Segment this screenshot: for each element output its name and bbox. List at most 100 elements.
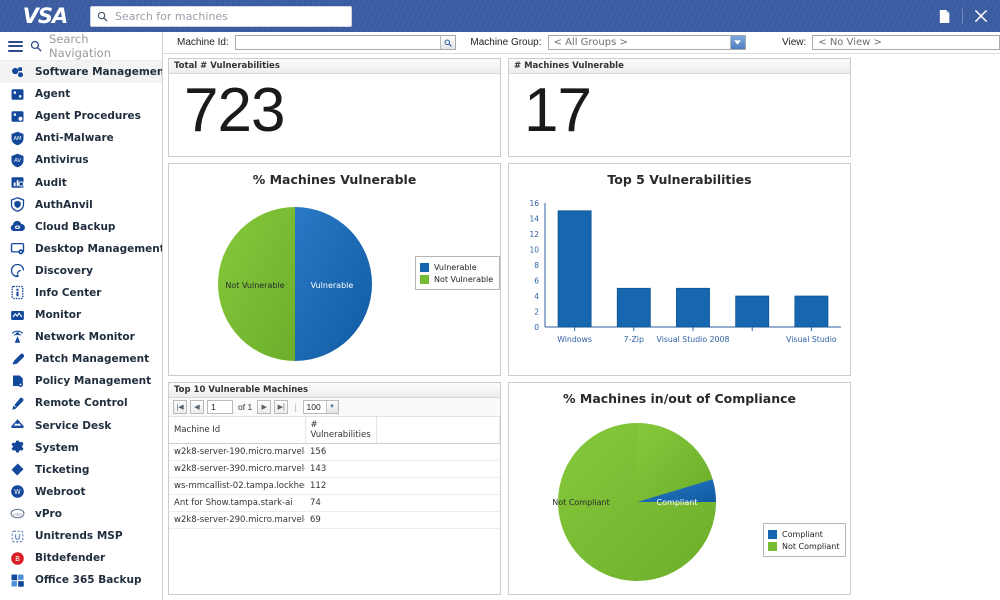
sidebar-item-list: Software Management Agent Agent Procedures… <box>0 61 162 591</box>
search-icon <box>97 11 108 21</box>
panel-pct-machines-compliance: % Machines in/out of Compliance Complian… <box>508 382 851 595</box>
vsa-logo[interactable]: VSA <box>0 0 90 32</box>
desktop-management-icon <box>9 240 26 257</box>
collapse-icon[interactable] <box>971 6 991 26</box>
info-center-icon <box>9 284 26 301</box>
service-desk-icon <box>9 417 26 434</box>
cell-machine-id: w2k8-server-390.micro.marvel-cloud <box>169 460 305 478</box>
page-size-value: 100 <box>306 402 321 412</box>
sidebar-item-policy-management[interactable]: Policy Management <box>0 370 162 392</box>
cloud-backup-icon <box>9 218 26 235</box>
sidebar-item-software-management[interactable]: Software Management <box>0 61 162 84</box>
cell-vulnerabilities: 69 <box>305 511 377 529</box>
software-management-icon <box>9 64 26 81</box>
sidebar-item-patch-management[interactable]: Patch Management <box>0 348 162 370</box>
cell-spacer <box>376 494 500 512</box>
sidebar-item-label: Agent <box>35 88 71 101</box>
legend-label: Vulnerable <box>434 262 477 272</box>
machine-search-box[interactable]: Search for machines <box>90 5 352 27</box>
svg-text:Visual Studio 2008: Visual Studio 2008 <box>657 335 730 344</box>
panel-top-10-vulnerable-machines: Top 10 Vulnerable Machines |◀ ◀ 1 of 1 ▶… <box>168 382 501 595</box>
cell-vulnerabilities: 74 <box>305 494 377 512</box>
svg-text:8: 8 <box>534 261 539 270</box>
legend-machines-vulnerable: Vulnerable Not Vulnerable <box>415 256 501 290</box>
sidebar-item-ticketing[interactable]: Ticketing <box>0 459 162 481</box>
sidebar-item-remote-control[interactable]: Remote Control <box>0 392 162 414</box>
legend-item: Not Vulnerable <box>420 273 493 285</box>
sidebar-item-agent-procedures[interactable]: Agent Procedures <box>0 105 162 127</box>
machine-search-placeholder: Search for machines <box>115 9 228 23</box>
machine-id-label: Machine Id: <box>177 37 229 48</box>
office365-backup-icon <box>9 572 26 589</box>
antivirus-shield-icon: AV <box>9 152 26 169</box>
sidebar-item-label: Office 365 Backup <box>35 574 142 587</box>
legend-label: Not Vulnerable <box>434 274 494 284</box>
cell-machine-id: w2k8-server-190.micro.marvel-cloud <box>169 443 305 461</box>
sidebar-item-label: Anti-Malware <box>35 132 114 145</box>
sidebar-item-bitdefender[interactable]: B Bitdefender <box>0 547 162 569</box>
cell-spacer <box>376 460 500 478</box>
legend-swatch-vulnerable <box>420 262 429 272</box>
sidebar-item-audit[interactable]: Audit <box>0 171 162 193</box>
sidebar-item-label: Audit <box>35 176 67 189</box>
sidebar-item-anti-malware[interactable]: AM Anti-Malware <box>0 127 162 149</box>
column-header-machine-id[interactable]: Machine Id <box>169 417 306 444</box>
sidebar-item-service-desk[interactable]: Service Desk <box>0 415 162 437</box>
discovery-radar-icon <box>9 262 26 279</box>
sidebar-item-label: Desktop Management <box>35 242 163 255</box>
next-page-button[interactable]: ▶ <box>257 400 272 414</box>
sidebar-item-network-monitor[interactable]: Network Monitor <box>0 326 162 348</box>
sidebar-item-antivirus[interactable]: AV Antivirus <box>0 149 162 171</box>
sidebar-item-unitrends-msp[interactable]: Unitrends MSP <box>0 525 162 547</box>
sidebar-item-agent[interactable]: Agent <box>0 83 162 105</box>
chevron-down-icon[interactable] <box>729 36 745 49</box>
network-monitor-icon <box>9 329 26 346</box>
sidebar-item-office-365-backup[interactable]: Office 365 Backup <box>0 569 162 591</box>
sidebar-item-label: Service Desk <box>35 419 112 432</box>
hamburger-menu-icon[interactable] <box>8 40 23 52</box>
table-body: w2k8-server-190.micro.marvel-cloud156w2k… <box>169 443 500 529</box>
table-row[interactable]: w2k8-server-390.micro.marvel-cloud143 <box>169 460 500 478</box>
sidebar-item-monitor[interactable]: Monitor <box>0 304 162 326</box>
legend-label: Compliant <box>782 529 823 539</box>
sidebar-item-cloud-backup[interactable]: Cloud Backup <box>0 216 162 238</box>
audit-chart-icon <box>9 174 26 191</box>
chart-title: % Machines Vulnerable <box>252 172 417 187</box>
table-row[interactable]: w2k8-server-290.micro.marvel-cloud69 <box>169 511 500 529</box>
sidebar-item-system[interactable]: System <box>0 437 162 459</box>
sidebar-item-discovery[interactable]: Discovery <box>0 260 162 282</box>
prev-page-button[interactable]: ◀ <box>190 400 204 414</box>
document-icon[interactable] <box>934 6 954 26</box>
sidebar-item-vpro[interactable]: intel vPro <box>0 503 162 525</box>
sidebar-item-desktop-management[interactable]: Desktop Management <box>0 238 162 260</box>
panel-header: Top 10 Vulnerable Machines <box>169 383 500 398</box>
view-select[interactable]: < No View > <box>812 35 1000 50</box>
sidebar-item-label: vPro <box>35 507 62 520</box>
sidebar-item-webroot[interactable]: W Webroot <box>0 481 162 503</box>
table-row[interactable]: ws-mmcallist-02.tampa.lockheed-mnfct112 <box>169 477 500 495</box>
column-header-vulnerabilities[interactable]: # Vulnerabilities <box>305 417 377 444</box>
first-page-button[interactable]: |◀ <box>173 400 187 414</box>
machines-vulnerable-value: 17 <box>524 76 592 145</box>
panel-title: # Machines Vulnerable <box>514 61 624 71</box>
agent-icon <box>9 86 26 103</box>
table-row[interactable]: Ant for Show.tampa.stark-ai 74 <box>169 494 500 512</box>
svg-text:12: 12 <box>529 230 539 239</box>
chevron-down-icon[interactable]: ▼ <box>325 401 338 413</box>
cell-spacer <box>376 511 500 529</box>
sidebar-item-authanvil[interactable]: AuthAnvil <box>0 194 162 216</box>
nav-search-row[interactable]: Search Navigation <box>0 32 162 61</box>
machine-id-input[interactable] <box>234 35 457 50</box>
table-pagination: |◀ ◀ 1 of 1 ▶ ▶| | 100 ▼ <box>169 398 500 417</box>
table-row[interactable]: w2k8-server-190.micro.marvel-cloud156 <box>169 443 500 461</box>
vulnerable-machines-table: Machine Id # Vulnerabilities w2k8-server… <box>169 417 501 529</box>
sidebar-item-info-center[interactable]: Info Center <box>0 282 162 304</box>
machine-id-search-button[interactable] <box>440 36 456 49</box>
page-number-input[interactable]: 1 <box>207 400 233 414</box>
svg-text:W: W <box>14 488 21 496</box>
machine-group-select[interactable]: < All Groups > <box>547 35 746 50</box>
last-page-button[interactable]: ▶| <box>274 400 289 414</box>
page-size-select[interactable]: 100 ▼ <box>302 400 339 414</box>
sidebar-item-label: Antivirus <box>35 154 89 167</box>
unitrends-msp-icon <box>9 528 26 545</box>
